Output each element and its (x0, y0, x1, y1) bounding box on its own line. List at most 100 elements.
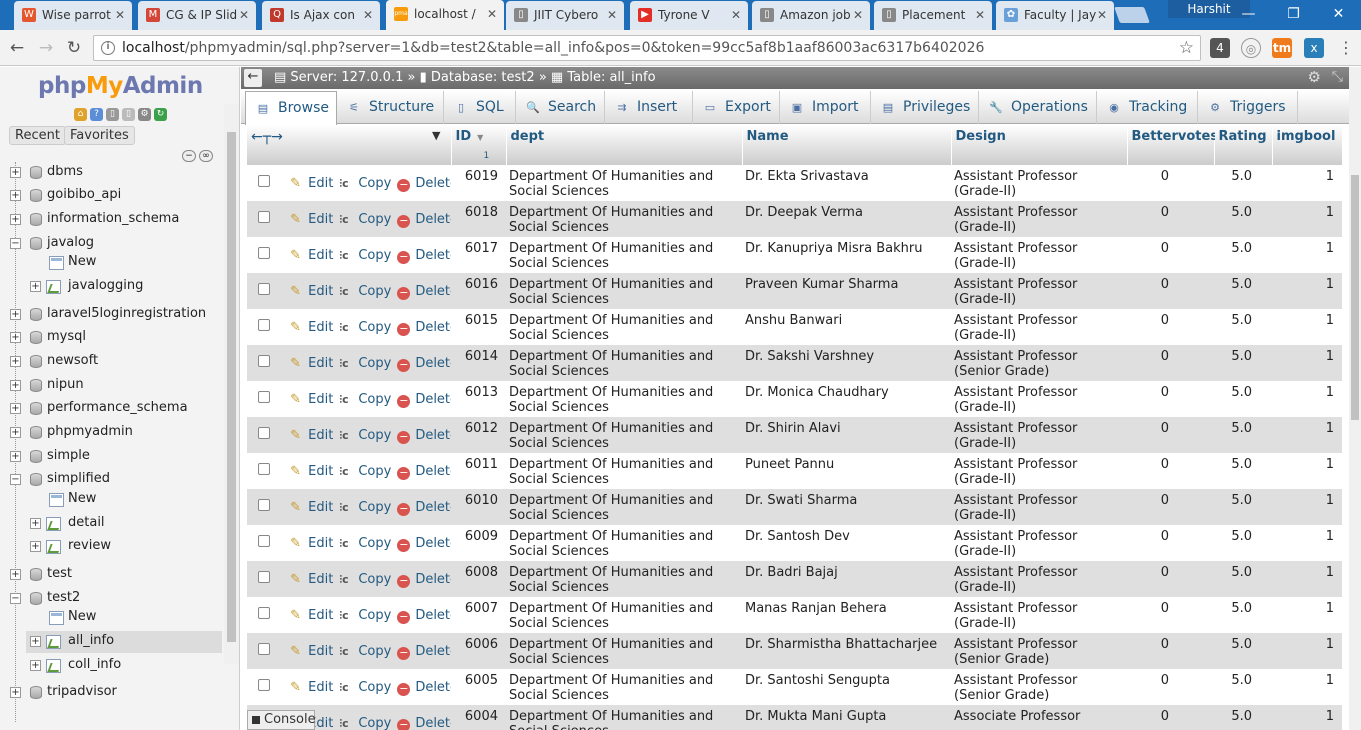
cell-name[interactable]: Dr. Monica Chaudhary (742, 381, 951, 417)
cell-imgbool[interactable]: 1 (1272, 309, 1342, 345)
cell-id[interactable]: 6007 (451, 597, 506, 633)
row-checkbox[interactable] (258, 643, 270, 655)
cell-dept[interactable]: Department Of Humanities and Social Scie… (506, 453, 742, 489)
cell-id[interactable]: 6005 (451, 669, 506, 705)
db-tree-item[interactable]: + tripadvisor (0, 682, 224, 704)
tab-privileges[interactable]: ▤ Privileges (871, 91, 979, 124)
tab-close-icon[interactable]: ✕ (487, 0, 497, 28)
favorites-tab[interactable]: Favorites (64, 126, 135, 145)
delete-link[interactable]: −Delete (397, 680, 451, 696)
expand-icon[interactable]: + (10, 569, 21, 580)
cell-bettervotes[interactable]: 0 (1127, 165, 1214, 201)
copy-link[interactable]: ⫶c Copy (339, 536, 391, 551)
cell-rating[interactable]: 5.0 (1214, 417, 1272, 453)
cell-imgbool[interactable]: 1 (1272, 525, 1342, 561)
row-checkbox[interactable] (258, 571, 270, 583)
cell-imgbool[interactable]: 1 (1272, 705, 1342, 730)
row-checkbox[interactable] (258, 175, 270, 187)
db-tree-item[interactable]: + information_schema (0, 209, 224, 231)
expand-icon[interactable]: + (10, 167, 21, 178)
minimize-icon[interactable]: — (1226, 0, 1271, 30)
expand-icon[interactable]: + (30, 636, 41, 647)
cell-rating[interactable]: 5.0 (1214, 561, 1272, 597)
delete-link[interactable]: −Delete (397, 176, 451, 192)
cell-dept[interactable]: Department Of Humanities and Social Scie… (506, 489, 742, 525)
extension-icon-4[interactable]: x (1304, 38, 1324, 58)
cell-bettervotes[interactable]: 0 (1127, 453, 1214, 489)
cell-imgbool[interactable]: 1 (1272, 561, 1342, 597)
edit-link[interactable]: ✎ Edit (290, 320, 333, 335)
browser-tab[interactable]: ▶ Tyrone V ✕ (630, 1, 748, 30)
sql-docs-icon[interactable]: ▯ (122, 108, 135, 121)
row-checkbox[interactable] (258, 211, 270, 223)
delete-link[interactable]: −Delete (397, 356, 451, 372)
copy-link[interactable]: ⫶c Copy (339, 320, 391, 335)
browser-tab[interactable]: M CG & IP Slid ✕ (138, 1, 256, 30)
edit-link[interactable]: ✎ Edit (290, 608, 333, 623)
copy-link[interactable]: ⫶c Copy (339, 644, 391, 659)
cell-design[interactable]: Assistant Professor (Grade-II) (951, 165, 1127, 201)
cell-id[interactable]: 6018 (451, 201, 506, 237)
tab-triggers[interactable]: ⚙ Triggers (1198, 91, 1298, 124)
extension-icon-2[interactable]: ◎ (1241, 38, 1261, 58)
bookmark-star-icon[interactable]: ☆ (1179, 36, 1194, 60)
cell-bettervotes[interactable]: 0 (1127, 561, 1214, 597)
tab-export[interactable]: ▭ Export (693, 91, 780, 124)
cell-imgbool[interactable]: 1 (1272, 201, 1342, 237)
cell-imgbool[interactable]: 1 (1272, 597, 1342, 633)
extension-icon-1[interactable]: 4 (1210, 38, 1230, 58)
copy-link[interactable]: ⫶c Copy (339, 212, 391, 227)
reload-nav-icon[interactable]: ↻ (154, 108, 167, 121)
delete-link[interactable]: −Delete (397, 500, 451, 516)
copy-link[interactable]: ⫶c Copy (339, 356, 391, 371)
expand-icon[interactable]: + (10, 356, 21, 367)
cell-bettervotes[interactable]: 0 (1127, 669, 1214, 705)
cell-dept[interactable]: Department Of Humanities and Social Scie… (506, 633, 742, 669)
expand-icon[interactable]: + (30, 281, 41, 292)
cell-rating[interactable]: 5.0 (1214, 669, 1272, 705)
collapse-sidebar-icon[interactable]: ← (244, 69, 262, 87)
cell-design[interactable]: Assistant Professor (Grade-II) (951, 417, 1127, 453)
new-tab-button[interactable] (1114, 7, 1150, 23)
tab-tracking[interactable]: ◉ Tracking (1097, 91, 1198, 124)
minimize-panel-icon[interactable]: ⤡ (1332, 67, 1343, 88)
cell-design[interactable]: Assistant Professor (Grade-II) (951, 309, 1127, 345)
row-checkbox[interactable] (258, 283, 270, 295)
cell-dept[interactable]: Department Of Humanities and Social Scie… (506, 705, 742, 730)
page-settings-icon[interactable]: ⚙ (1308, 67, 1321, 88)
db-tree-item[interactable]: + performance_schema (0, 398, 224, 420)
tab-close-icon[interactable]: ✕ (853, 1, 863, 29)
browser-tab[interactable]: ▯ Amazon job ✕ (752, 1, 870, 30)
cell-dept[interactable]: Department Of Humanities and Social Scie… (506, 597, 742, 633)
cell-bettervotes[interactable]: 0 (1127, 597, 1214, 633)
breadcrumb-server[interactable]: Server: 127.0.0.1 (290, 70, 403, 85)
reload-icon[interactable]: ↻ (63, 37, 85, 59)
table-tree-item[interactable]: + all_info (26, 631, 222, 653)
cell-id[interactable]: 6004 (451, 705, 506, 730)
cell-bettervotes[interactable]: 0 (1127, 237, 1214, 273)
column-header-design[interactable]: Design (951, 125, 1128, 165)
cell-design[interactable]: Assistant Professor (Grade-II) (951, 237, 1127, 273)
tab-close-icon[interactable]: ✕ (1097, 1, 1107, 29)
back-icon[interactable]: ← (6, 37, 28, 59)
new-table-item[interactable]: New (26, 607, 222, 629)
cell-id[interactable]: 6008 (451, 561, 506, 597)
table-tree-item[interactable]: + coll_info (26, 655, 222, 677)
cell-name[interactable]: Dr. Mukta Mani Gupta (742, 705, 951, 730)
browser-tab[interactable]: ▯ JIIT Cybero ✕ (506, 1, 624, 30)
cell-rating[interactable]: 5.0 (1214, 165, 1272, 201)
cell-id[interactable]: 6014 (451, 345, 506, 381)
cell-dept[interactable]: Department Of Humanities and Social Scie… (506, 561, 742, 597)
chrome-menu-icon[interactable]: ⋮ (1336, 38, 1356, 58)
settings-gear-icon[interactable]: ⚙ (138, 108, 151, 121)
row-checkbox[interactable] (258, 355, 270, 367)
cell-rating[interactable]: 5.0 (1214, 345, 1272, 381)
table-tree-item[interactable]: + detail (26, 513, 222, 535)
delete-link[interactable]: −Delete (397, 608, 451, 624)
link-with-main-icon[interactable]: ∞ (199, 150, 213, 162)
db-tree-item[interactable]: + dbms (0, 162, 224, 184)
close-window-icon[interactable]: ✕ (1316, 0, 1361, 30)
cell-bettervotes[interactable]: 0 (1127, 381, 1214, 417)
collapse-icon[interactable]: − (10, 593, 21, 604)
cell-design[interactable]: Assistant Professor (Grade-II) (951, 273, 1127, 309)
